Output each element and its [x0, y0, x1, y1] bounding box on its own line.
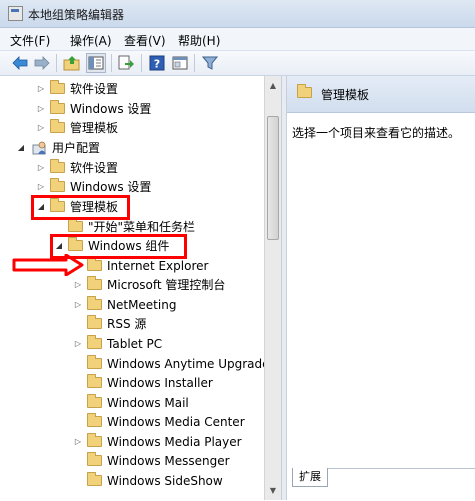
folder-icon	[87, 296, 102, 310]
folder-icon	[87, 452, 102, 466]
tree-item[interactable]: ▷ NetMeeting	[0, 296, 264, 314]
details-pane: 管理模板 选择一个项目来查看它的描述。 扩展	[287, 76, 475, 500]
details-header: 管理模板	[287, 76, 475, 113]
details-description: 选择一个项目来查看它的描述。	[292, 126, 461, 140]
tree-item-label: 管理模板	[70, 121, 119, 135]
folder-icon	[87, 276, 102, 290]
expand-arrow-icon[interactable]: ▷	[36, 100, 46, 118]
tree-item-label: 用户配置	[52, 141, 101, 155]
details-title: 管理模板	[321, 88, 370, 102]
window-title: 本地组策略编辑器	[28, 8, 125, 22]
folder-icon	[87, 355, 102, 369]
tree-item[interactable]: ▷ 软件设置	[0, 80, 264, 98]
tree-item[interactable]: Windows Media Center	[0, 413, 264, 431]
back-icon[interactable]	[10, 53, 30, 73]
app-icon	[8, 6, 23, 21]
folder-icon	[50, 100, 65, 114]
filter-icon[interactable]	[200, 53, 220, 73]
export-list-icon[interactable]	[116, 53, 136, 73]
menu-file[interactable]: 文件(F)	[6, 31, 54, 50]
tree-item-label: Windows 设置	[70, 180, 152, 194]
show-hide-tree-icon[interactable]	[86, 53, 106, 73]
highlight-box-admin-templates	[31, 195, 130, 220]
expand-arrow-icon[interactable]: ▷	[73, 433, 83, 451]
folder-icon	[50, 80, 65, 94]
expand-arrow-icon[interactable]: ▷	[36, 159, 46, 177]
expand-arrow-icon[interactable]: ▷	[36, 80, 46, 98]
tree-item[interactable]: ▷ Windows 设置	[0, 178, 264, 196]
folder-icon	[87, 374, 102, 388]
tree-item[interactable]: Windows Messenger	[0, 452, 264, 470]
expand-arrow-icon[interactable]: ▷	[36, 119, 46, 137]
tree-item[interactable]: Windows Mail	[0, 394, 264, 412]
folder-icon	[50, 119, 65, 133]
folder-icon	[50, 178, 65, 192]
tree-item-label: Windows 设置	[70, 102, 152, 116]
tree-item[interactable]: ▷ Microsoft 管理控制台	[0, 276, 264, 294]
user-config-icon	[32, 141, 46, 155]
folder-icon	[87, 472, 102, 486]
forward-icon[interactable]	[32, 53, 52, 73]
folder-icon	[50, 159, 65, 173]
tree-item-user-config[interactable]: ◢ 用户配置	[0, 139, 264, 157]
tree-item-label: 软件设置	[70, 161, 119, 175]
tree-item-label: Windows Mail	[107, 396, 189, 410]
tree-item-label: Windows Messenger	[107, 454, 230, 468]
tree-scrollbar[interactable]: ▲ ▼	[264, 76, 281, 500]
folder-icon	[87, 433, 102, 447]
up-folder-icon[interactable]	[62, 53, 82, 73]
folder-icon	[87, 335, 102, 349]
tree-item-label: Windows Media Player	[107, 435, 242, 449]
tree-item[interactable]: RSS 源	[0, 315, 264, 333]
tab-extended[interactable]: 扩展	[292, 468, 328, 487]
expand-arrow-icon[interactable]: ▷	[73, 276, 83, 294]
folder-icon	[87, 394, 102, 408]
menu-view[interactable]: 查看(V)	[120, 31, 170, 50]
scroll-thumb[interactable]	[267, 116, 279, 240]
properties-view-icon[interactable]	[170, 53, 190, 73]
tree-item[interactable]: ▷ 管理模板	[0, 119, 264, 137]
folder-icon	[87, 315, 102, 329]
folder-icon	[87, 413, 102, 427]
folder-icon	[87, 257, 102, 271]
tree-item[interactable]: Windows Anytime Upgrade	[0, 355, 264, 373]
scroll-down-icon[interactable]: ▼	[265, 482, 281, 498]
scroll-up-icon[interactable]: ▲	[265, 77, 281, 93]
tree-item-label: Microsoft 管理控制台	[107, 278, 226, 292]
tree-item[interactable]: ▷ Windows Media Player	[0, 433, 264, 451]
help-icon[interactable]: ?	[147, 53, 167, 73]
menu-action[interactable]: 操作(A)	[66, 31, 116, 50]
svg-text:?: ?	[154, 58, 160, 71]
red-arrow-icon	[12, 254, 84, 276]
menu-help[interactable]: 帮助(H)	[174, 31, 224, 50]
tree-item-label: 软件设置	[70, 82, 119, 96]
tree-item-label: Windows Installer	[107, 376, 213, 390]
folder-icon	[297, 84, 312, 98]
tree-item[interactable]: ▷ 软件设置	[0, 159, 264, 177]
tree-item[interactable]: ▷ Windows 设置	[0, 100, 264, 118]
title-bar: 本地组策略编辑器	[0, 0, 475, 28]
expand-arrow-icon[interactable]: ▷	[73, 296, 83, 314]
tree-pane: ▷ 软件设置 ▷ Windows 设置 ▷ 管理模板 ◢ 用户配置 ▷ 软件设置…	[0, 76, 264, 500]
menu-bar: 文件(F) 操作(A) 查看(V) 帮助(H)	[0, 28, 475, 51]
toolbar: ?	[0, 51, 475, 76]
tree-item-label: Windows SideShow	[107, 474, 223, 488]
collapse-arrow-icon[interactable]: ◢	[16, 139, 26, 157]
tree-item-label: Windows Anytime Upgrade	[107, 357, 264, 371]
tree-item-label: Windows Media Center	[107, 415, 245, 429]
expand-arrow-icon[interactable]: ▷	[36, 178, 46, 196]
tree-item[interactable]: Windows SideShow	[0, 472, 264, 490]
tree-item-label: Internet Explorer	[107, 259, 209, 273]
expand-arrow-icon[interactable]: ▷	[73, 335, 83, 353]
tree-item-label: RSS 源	[107, 317, 147, 331]
folder-icon	[68, 218, 83, 232]
tree-item-label: Tablet PC	[107, 337, 163, 351]
view-tabs: 扩展	[292, 468, 475, 501]
tree-item-label: NetMeeting	[107, 298, 177, 312]
tree-item[interactable]: ▷ Tablet PC	[0, 335, 264, 353]
tree-item[interactable]: Windows Installer	[0, 374, 264, 392]
